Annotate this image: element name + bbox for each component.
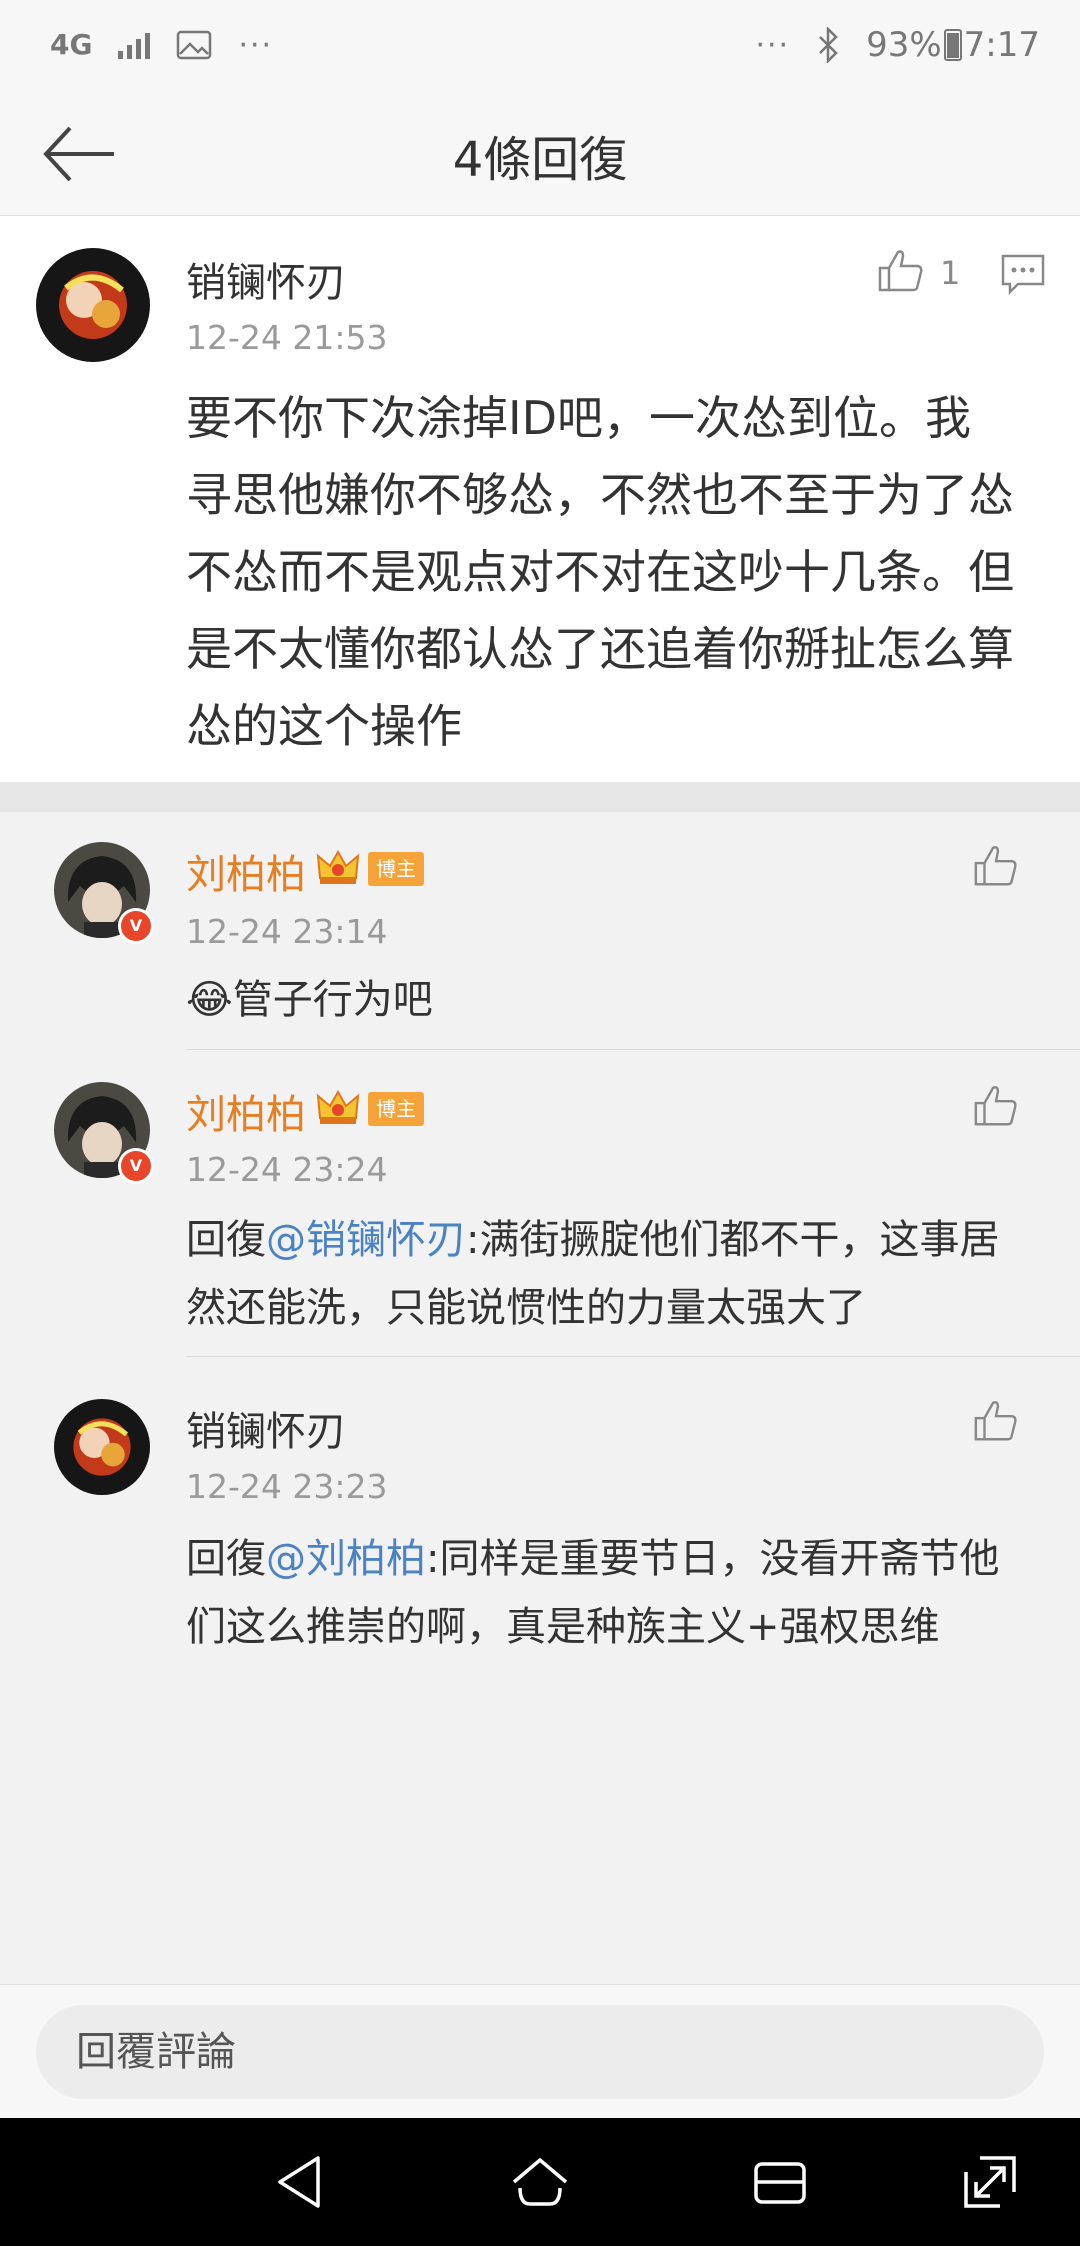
status-bar: 4G ··· ··· 93% 7:17 — [0, 0, 1080, 90]
network-type: 4G — [50, 28, 93, 61]
reply-prefix: 回復 — [186, 1536, 266, 1582]
like-button[interactable] — [972, 1082, 1020, 1130]
verified-badge: V — [118, 908, 154, 944]
battery-icon — [943, 29, 962, 61]
status-left: 4G ··· — [50, 28, 273, 63]
comment-icon — [1001, 254, 1045, 296]
reply-text: 😂管子行为吧 — [186, 966, 1036, 1034]
section-divider — [0, 782, 1080, 812]
avatar[interactable] — [36, 248, 150, 362]
reply-prefix: 回復 — [186, 1217, 266, 1263]
timestamp: 12-24 23:24 — [186, 1150, 388, 1189]
vip-crown-icon — [316, 1089, 360, 1124]
expand-icon — [964, 2156, 1016, 2208]
list-item: V 刘柏柏 博主 12-24 23:14 😂管子行为吧 — [0, 812, 1080, 1050]
nav-home-button[interactable] — [510, 2152, 570, 2212]
thumbs-up-icon — [974, 846, 1017, 886]
mention-link[interactable]: @销镧怀刃 — [266, 1217, 466, 1263]
image-icon — [177, 30, 212, 60]
nav-recents-icon — [754, 2162, 806, 2204]
laughing-crying-emoji: 😂 — [186, 977, 233, 1023]
thumbs-up-icon — [974, 1401, 1017, 1441]
reply-body: 管子行为吧 — [232, 977, 433, 1023]
nav-home-icon — [512, 2158, 568, 2206]
mention-link[interactable]: @刘柏柏 — [266, 1536, 426, 1582]
username[interactable]: 销镧怀刃 — [186, 1399, 346, 1457]
list-item: 销镧怀刃 12-24 23:23 回復@刘柏柏:同样是重要节日，没看开斋节他们这… — [0, 1357, 1080, 1650]
status-right: ··· 93% 7:17 — [755, 25, 1040, 65]
reply-bar — [0, 1984, 1080, 2118]
thumbs-up-icon — [878, 250, 923, 292]
nav-expand-button[interactable] — [960, 2152, 1020, 2212]
clock: 7:17 — [963, 25, 1040, 65]
system-nav-bar — [0, 2118, 1080, 2246]
username[interactable]: 刘柏柏 — [186, 842, 306, 900]
nav-recents-button[interactable] — [750, 2152, 810, 2212]
main-comment: 销镧怀刃 12-24 21:53 1 要不你下次涂掉ID吧，一次怂到位。我寻思他… — [0, 216, 1080, 782]
blogger-badge: 博主 — [368, 1092, 424, 1126]
avatar-image — [54, 1399, 150, 1495]
avatar[interactable] — [54, 1399, 150, 1495]
thumbs-up-icon — [974, 1086, 1017, 1126]
bluetooth-icon — [819, 27, 838, 63]
more-status: ··· — [755, 27, 791, 63]
comment-button[interactable] — [1000, 252, 1046, 296]
reply-list: V 刘柏柏 博主 12-24 23:14 😂管子行为吧 V 刘柏柏 博主 12-… — [0, 812, 1080, 1984]
like-count: 1 — [940, 254, 961, 292]
more-notifications: ··· — [238, 27, 274, 63]
list-item: V 刘柏柏 博主 12-24 23:24 回復@销镧怀刃:满街撅腚他们都不干，这… — [0, 1050, 1080, 1357]
timestamp: 12-24 23:23 — [186, 1467, 388, 1506]
reply-input[interactable] — [36, 2005, 1044, 2099]
timestamp: 12-24 21:53 — [186, 318, 388, 357]
username[interactable]: 刘柏柏 — [186, 1082, 306, 1140]
reply-text: 回復@销镧怀刃:满街撅腚他们都不干，这事居然还能洗，只能说惯性的力量太强大了 — [186, 1206, 1036, 1342]
like-button[interactable] — [972, 1397, 1020, 1445]
timestamp: 12-24 23:14 — [186, 912, 388, 951]
page-title: 4條回復 — [452, 132, 628, 188]
like-button[interactable] — [972, 842, 1020, 890]
verified-badge: V — [118, 1148, 154, 1184]
nav-back-icon — [278, 2156, 320, 2208]
blogger-badge: 博主 — [368, 852, 424, 886]
header: 4條回復 — [0, 90, 1080, 216]
reply-text: 回復@刘柏柏:同样是重要节日，没看开斋节他们这么推崇的啊，真是种族主义+强权思维 — [186, 1525, 1036, 1661]
nav-back-button[interactable] — [270, 2152, 330, 2212]
like-button[interactable] — [876, 246, 926, 296]
vip-crown-icon — [316, 849, 360, 884]
avatar-image — [36, 248, 150, 362]
username[interactable]: 销镧怀刃 — [186, 250, 346, 308]
comment-text: 要不你下次涂掉ID吧，一次怂到位。我寻思他嫌你不够怂，不然也不至于为了怂不怂而不… — [186, 391, 1014, 753]
battery-percent: 93% — [866, 25, 942, 65]
signal-icon — [118, 31, 151, 59]
